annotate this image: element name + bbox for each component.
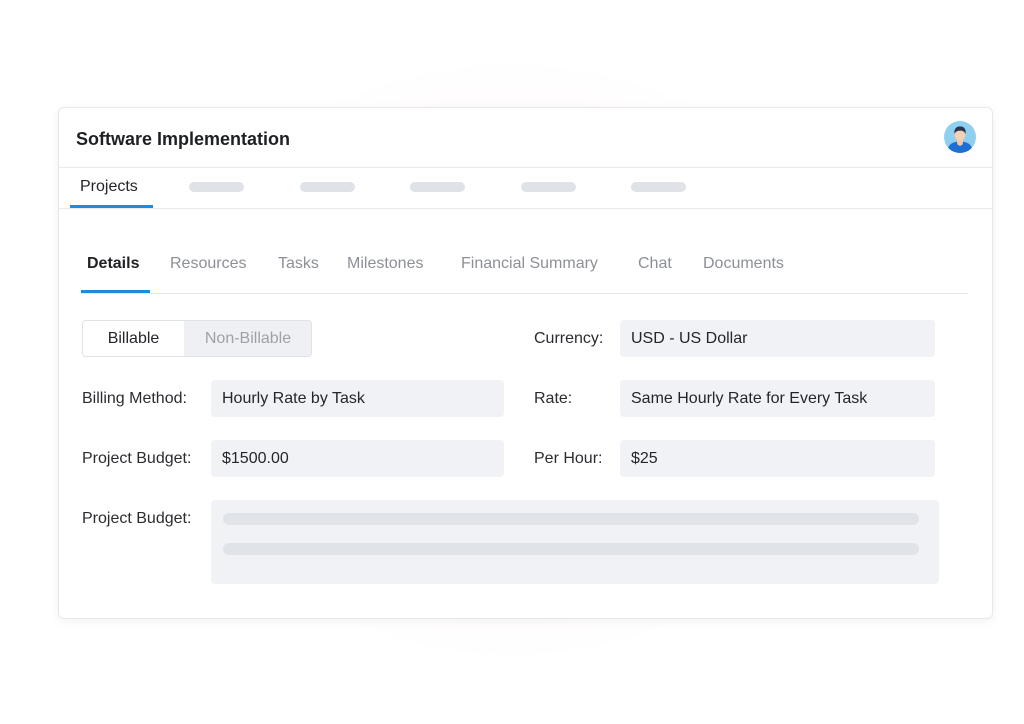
- rate-label: Rate:: [534, 390, 573, 407]
- tab-resources[interactable]: Resources: [170, 255, 246, 273]
- tab-chat[interactable]: Chat: [638, 255, 672, 273]
- project-card: Software Implementation Projects Details…: [58, 107, 993, 619]
- project-budget-label: Project Budget:: [82, 450, 192, 467]
- nav-tab-placeholder[interactable]: [300, 182, 355, 192]
- project-budget-notes-label: Project Budget:: [82, 510, 192, 527]
- card-header: Software Implementation: [59, 108, 992, 168]
- project-budget-notes-textarea[interactable]: [211, 500, 939, 584]
- per-hour-field[interactable]: $25: [620, 440, 935, 477]
- text-placeholder-line: [223, 543, 919, 555]
- nav-tab-placeholder[interactable]: [521, 182, 576, 192]
- text-placeholder-line: [223, 513, 919, 525]
- detail-tabs: Details Resources Tasks Milestones Finan…: [81, 243, 968, 294]
- page-title: Software Implementation: [76, 129, 291, 149]
- tab-financial-summary[interactable]: Financial Summary: [461, 255, 598, 273]
- per-hour-label: Per Hour:: [534, 450, 603, 467]
- active-tab-indicator: [81, 290, 150, 293]
- billing-method-field[interactable]: Hourly Rate by Task: [211, 380, 504, 417]
- billable-toggle: Billable Non-Billable: [82, 320, 312, 357]
- top-navigation: Projects: [59, 167, 992, 209]
- non-billable-option[interactable]: Non-Billable: [184, 321, 311, 356]
- tab-documents[interactable]: Documents: [703, 255, 784, 273]
- billing-method-label: Billing Method:: [82, 390, 187, 407]
- currency-label: Currency:: [534, 330, 604, 347]
- tab-details[interactable]: Details: [87, 255, 139, 273]
- tab-tasks[interactable]: Tasks: [278, 255, 319, 273]
- nav-tab-placeholder[interactable]: [189, 182, 244, 192]
- nav-tab-placeholder[interactable]: [631, 182, 686, 192]
- nav-tab-placeholder[interactable]: [410, 182, 465, 192]
- tab-milestones[interactable]: Milestones: [347, 255, 423, 273]
- user-avatar-icon[interactable]: [943, 120, 977, 154]
- rate-field[interactable]: Same Hourly Rate for Every Task: [620, 380, 935, 417]
- project-budget-field[interactable]: $1500.00: [211, 440, 504, 477]
- currency-field[interactable]: USD - US Dollar: [620, 320, 935, 357]
- billable-option[interactable]: Billable: [83, 321, 184, 356]
- page-background: Software Implementation Projects Details…: [0, 0, 1024, 724]
- nav-tab-projects[interactable]: Projects: [70, 167, 153, 208]
- nav-tab-projects-label: Projects: [80, 178, 138, 195]
